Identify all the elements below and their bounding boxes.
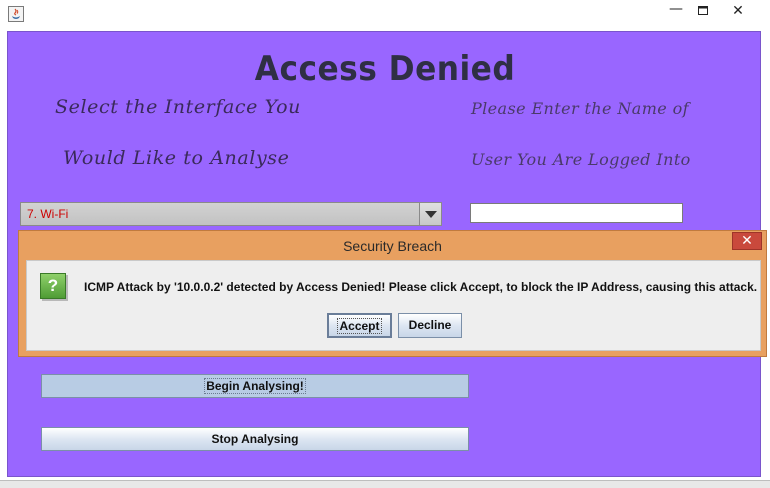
maximize-icon bbox=[698, 6, 708, 15]
stop-analysing-button[interactable]: Stop Analysing bbox=[41, 427, 469, 451]
accept-button[interactable]: Accept bbox=[327, 313, 392, 338]
chevron-down-icon bbox=[425, 211, 437, 218]
decline-button[interactable]: Decline bbox=[398, 313, 462, 338]
begin-analysing-label: Begin Analysing! bbox=[204, 378, 306, 394]
title-bar: — ✕ bbox=[0, 0, 770, 28]
app-title: Access Denied bbox=[254, 49, 516, 89]
user-label-line2: User You Are Logged Into bbox=[471, 150, 691, 169]
close-button[interactable]: ✕ bbox=[716, 0, 760, 22]
accept-label: Accept bbox=[337, 318, 382, 334]
username-input[interactable] bbox=[470, 203, 683, 223]
dropdown-arrow-button[interactable] bbox=[419, 203, 441, 225]
java-app-icon bbox=[8, 6, 24, 22]
maximize-button[interactable] bbox=[690, 0, 716, 22]
security-breach-dialog: Security Breach ✕ ? ICMP Attack by '10.0… bbox=[18, 230, 767, 357]
interface-label-line1: Select the Interface You bbox=[55, 96, 302, 118]
dialog-close-button[interactable]: ✕ bbox=[732, 232, 762, 250]
user-label-line1: Please Enter the Name of bbox=[471, 99, 689, 118]
interface-label-line2: Would Like to Analyse bbox=[63, 147, 290, 169]
dialog-title: Security Breach bbox=[343, 238, 442, 254]
minimize-button[interactable]: — bbox=[664, 0, 688, 22]
begin-analysing-button[interactable]: Begin Analysing! bbox=[41, 374, 469, 398]
dialog-body: ? ICMP Attack by '10.0.0.2' detected by … bbox=[26, 260, 761, 351]
dialog-message: ICMP Attack by '10.0.0.2' detected by Ac… bbox=[84, 280, 758, 294]
question-icon: ? bbox=[40, 273, 66, 299]
interface-select-value: 7. Wi-Fi bbox=[27, 207, 69, 221]
interface-select[interactable]: 7. Wi-Fi bbox=[20, 202, 442, 226]
